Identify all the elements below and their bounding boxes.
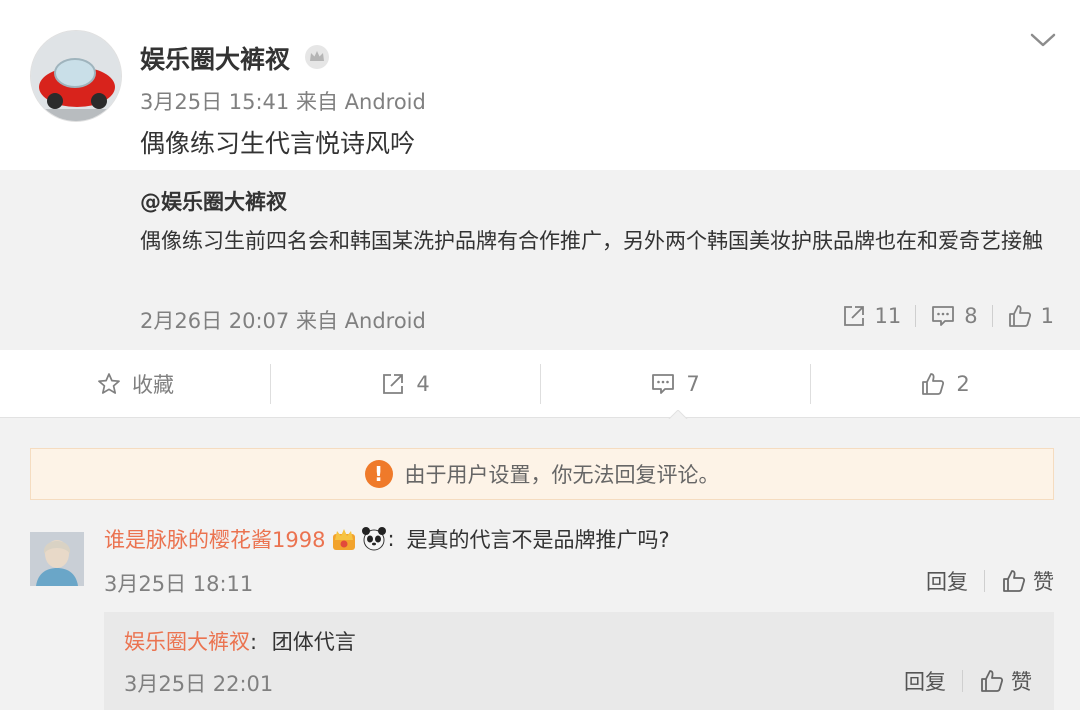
quoted-like-button[interactable]: 1	[1007, 303, 1054, 329]
quoted-comment-count: 8	[964, 304, 978, 328]
crown-badge-icon	[333, 529, 356, 550]
notice-text: 由于用户设置，你无法回复评论。	[404, 463, 720, 487]
quoted-author[interactable]: @娱乐圈大裤衩	[140, 186, 287, 216]
post-username[interactable]: 娱乐圈大裤衩	[140, 40, 290, 76]
comment-text: 是真的代言不是品牌推广吗?	[406, 528, 670, 552]
comment-count: 7	[686, 371, 700, 396]
avatar[interactable]	[30, 30, 122, 122]
quoted-date: 2月26日 20:07	[140, 309, 290, 333]
favorite-button[interactable]: 收藏	[0, 350, 270, 417]
repost-icon	[383, 373, 404, 394]
warning-icon: !	[364, 460, 393, 488]
comment-icon	[652, 373, 675, 394]
quoted-meta: 2月26日 20:07 来自 Android	[140, 305, 426, 335]
comment-reply-button[interactable]: 回复	[926, 566, 968, 596]
comment-tab[interactable]: 7	[540, 350, 810, 417]
crown-icon	[305, 45, 329, 69]
reply-actions: 回复 赞	[904, 666, 1032, 696]
reply-reply-button[interactable]: 回复	[904, 666, 946, 696]
thumbs-up-icon	[922, 372, 945, 395]
post-meta: 3月25日 15:41 来自 Android	[140, 86, 426, 116]
car-avatar-image	[31, 31, 121, 121]
comment-icon	[932, 306, 955, 326]
divider	[915, 305, 917, 327]
reply-time: 3月25日 22:01	[124, 672, 274, 696]
reply-text: 团体代言	[271, 630, 356, 654]
quoted-stats: 11 8 1	[841, 301, 1054, 331]
repost-button[interactable]: 4	[270, 350, 540, 417]
repost-count: 4	[416, 371, 430, 396]
post-header: 娱乐圈大裤衩 3月25日 15:41 来自 Android 偶像练习生代言悦诗风…	[0, 0, 1080, 170]
comment-avatar[interactable]	[30, 532, 84, 586]
thumbs-up-icon	[1008, 305, 1031, 327]
divider	[984, 570, 985, 592]
comment-time: 3月25日 18:11	[104, 572, 254, 596]
reply-line: 娱乐圈大裤衩: 团体代言	[124, 626, 356, 656]
quoted-repost-count: 11	[874, 304, 902, 328]
panda-emoji-icon	[362, 527, 387, 551]
repost-icon	[843, 306, 864, 326]
post-date: 3月25日 15:41	[140, 90, 290, 114]
favorite-label: 收藏	[132, 372, 174, 397]
comment-like-button[interactable]: 赞	[1033, 566, 1054, 596]
reply-separator: :	[250, 630, 258, 654]
like-button[interactable]: 2	[810, 350, 1080, 417]
divider	[962, 670, 963, 692]
comment-actions: 回复 赞	[926, 566, 1054, 596]
quoted-text: 偶像练习生前四名会和韩国某洗护品牌有合作推广，另外两个韩国美妆护肤品牌也在和爱奇…	[140, 229, 1043, 253]
comments-area: ! 由于用户设置，你无法回复评论。 谁是脉脉的樱花酱1998 : 是真的代言不是…	[0, 418, 1080, 710]
reply-disabled-notice: ! 由于用户设置，你无法回复评论。	[30, 448, 1054, 500]
active-tab-pointer	[668, 410, 688, 420]
divider	[991, 305, 993, 327]
quoted-source: 来自 Android	[295, 309, 426, 333]
reply-username[interactable]: 娱乐圈大裤衩	[124, 630, 250, 654]
thumbs-up-icon[interactable]	[1001, 568, 1027, 594]
reply-box: 娱乐圈大裤衩: 团体代言 3月25日 22:01 回复 赞	[104, 612, 1054, 710]
comment-username[interactable]: 谁是脉脉的樱花酱1998	[104, 524, 325, 554]
chevron-down-icon[interactable]	[1028, 30, 1058, 50]
like-count: 2	[956, 371, 970, 396]
action-bar: 收藏 4 7 2	[0, 350, 1080, 418]
comment-avatar-image	[30, 532, 84, 586]
quoted-like-count: 1	[1040, 304, 1054, 328]
quoted-post[interactable]: @娱乐圈大裤衩 偶像练习生前四名会和韩国某洗护品牌有合作推广，另外两个韩国美妆护…	[0, 170, 1080, 350]
thumbs-up-icon[interactable]	[979, 668, 1005, 694]
comment-line: 谁是脉脉的樱花酱1998 : 是真的代言不是品牌推广吗?	[104, 524, 670, 554]
quoted-repost-button[interactable]: 11	[841, 303, 902, 329]
star-icon	[98, 372, 120, 394]
comment-separator: :	[387, 527, 395, 551]
post-source: 来自 Android	[295, 90, 426, 114]
reply-like-button[interactable]: 赞	[1011, 666, 1032, 696]
quoted-comment-button[interactable]: 8	[930, 303, 978, 329]
post-text: 偶像练习生代言悦诗风吟	[140, 129, 416, 158]
